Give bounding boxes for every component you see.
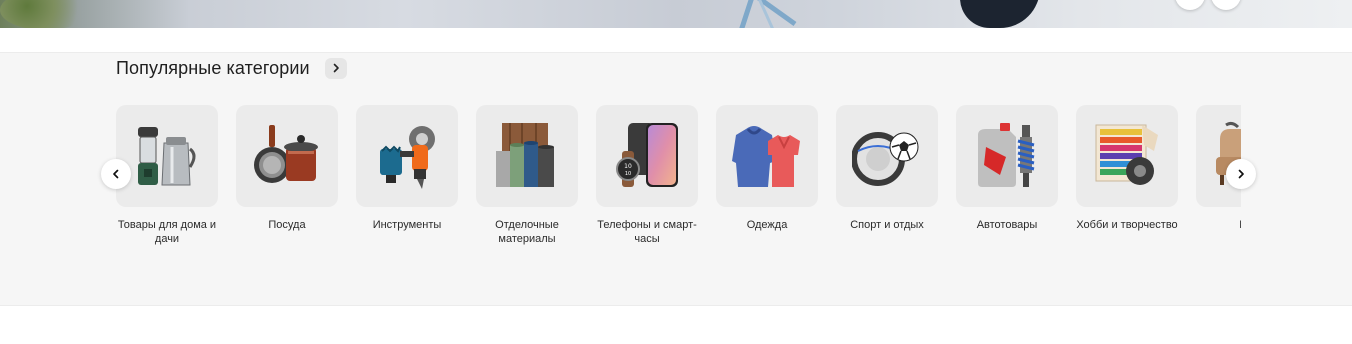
category-tile[interactable] bbox=[956, 105, 1058, 207]
clothing-icon bbox=[732, 126, 800, 187]
category-item-clothing[interactable]: Одежда bbox=[716, 105, 818, 246]
category-label[interactable]: Одежда bbox=[711, 218, 823, 232]
category-item-home-garden[interactable]: Товары для дома и дачи bbox=[116, 105, 218, 246]
chevron-right-icon bbox=[1238, 169, 1244, 179]
category-item-tools[interactable]: Инструменты bbox=[356, 105, 458, 246]
category-label[interactable]: Отделочные материалы bbox=[471, 218, 583, 246]
category-item-finishing[interactable]: Отделочные материалы bbox=[476, 105, 578, 246]
hero-foliage bbox=[0, 0, 90, 28]
hero-prev-dot[interactable] bbox=[1175, 0, 1205, 10]
category-tile[interactable] bbox=[476, 105, 578, 207]
category-item-phones-watches[interactable]: 10 10 Телефоны и смарт-часы bbox=[596, 105, 698, 246]
category-tile[interactable] bbox=[236, 105, 338, 207]
chevron-left-icon bbox=[113, 169, 119, 179]
section-header: Популярные категории bbox=[116, 56, 347, 80]
plasticine-icon bbox=[1095, 124, 1158, 185]
category-tile[interactable] bbox=[116, 105, 218, 207]
wallpaper-rolls-icon bbox=[496, 123, 554, 187]
category-label[interactable]: Инструменты bbox=[351, 218, 463, 232]
category-label[interactable]: Автотовары bbox=[951, 218, 1063, 232]
category-label[interactable]: Посуда bbox=[231, 218, 343, 232]
carousel-next-button[interactable] bbox=[1226, 159, 1256, 189]
section-title[interactable]: Популярные категории bbox=[116, 58, 310, 79]
section-more-button[interactable] bbox=[324, 57, 347, 79]
category-tile[interactable] bbox=[1196, 105, 1241, 207]
category-tile[interactable] bbox=[356, 105, 458, 207]
category-label[interactable]: Товары для дома и дачи bbox=[116, 218, 223, 246]
category-item-hobby[interactable]: Хобби и творчество bbox=[1076, 105, 1178, 246]
category-tile[interactable] bbox=[1076, 105, 1178, 207]
power-tools-icon bbox=[380, 126, 435, 189]
cookware-icon bbox=[254, 125, 318, 183]
category-tile[interactable]: 10 10 bbox=[596, 105, 698, 207]
category-item-sport[interactable]: Спорт и отдых bbox=[836, 105, 938, 246]
motor-oil-shock-icon bbox=[978, 123, 1035, 187]
category-tile[interactable] bbox=[836, 105, 938, 207]
bicycle-frame-graphic bbox=[739, 0, 797, 28]
category-label[interactable]: Спорт и отдых bbox=[831, 218, 943, 232]
svg-text:10: 10 bbox=[625, 171, 631, 177]
category-item-auto[interactable]: Автотовары bbox=[956, 105, 1058, 246]
hero-next-dot[interactable] bbox=[1211, 0, 1241, 10]
hero-banner-bottom[interactable] bbox=[0, 0, 1352, 28]
phone-watch-icon: 10 10 bbox=[616, 123, 678, 187]
carousel-prev-button[interactable] bbox=[101, 159, 131, 189]
category-label[interactable]: Телефоны и смарт-часы bbox=[591, 218, 703, 246]
unicycle-ball-icon bbox=[852, 132, 919, 186]
category-label[interactable]: Ме bbox=[1191, 218, 1241, 232]
category-tile[interactable] bbox=[716, 105, 818, 207]
hero-rider-graphic bbox=[960, 0, 1040, 28]
svg-text:10: 10 bbox=[624, 163, 632, 170]
popular-categories-section: Популярные категории Товары для дома и д… bbox=[0, 52, 1352, 306]
lantern-kettle-icon bbox=[138, 127, 196, 186]
category-item-cookware[interactable]: Посуда bbox=[236, 105, 338, 246]
category-label[interactable]: Хобби и творчество bbox=[1071, 218, 1183, 232]
chevron-right-icon bbox=[333, 63, 339, 73]
categories-carousel: Товары для дома и дачи Посуда Инструмент… bbox=[116, 105, 1241, 265]
